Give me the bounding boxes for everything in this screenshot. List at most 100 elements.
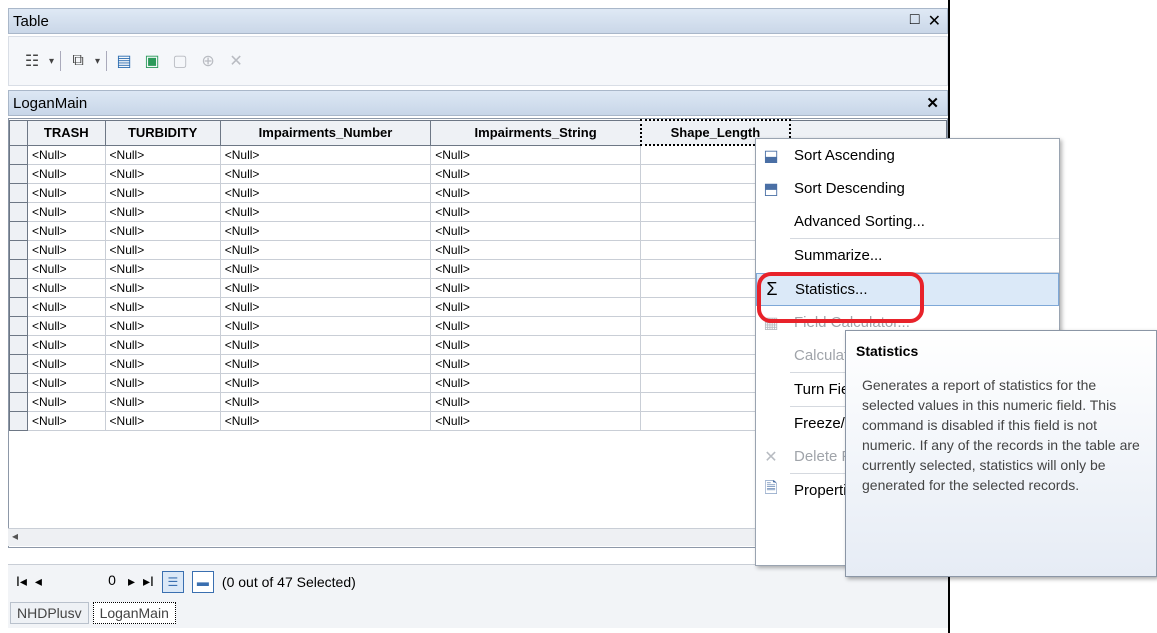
table-cell[interactable]: <Null> — [219, 201, 432, 222]
row-selector[interactable] — [9, 277, 28, 298]
table-cell[interactable]: <Null> — [430, 410, 642, 431]
record-number-field[interactable]: 0 — [50, 572, 120, 592]
table-cell[interactable]: <Null> — [219, 353, 432, 374]
table-cell[interactable]: <Null> — [430, 315, 642, 336]
row-selector[interactable] — [9, 201, 28, 222]
column-header-impairments-number[interactable]: Impairments_Number — [219, 119, 432, 146]
table-cell[interactable]: <Null> — [104, 277, 221, 298]
scroll-left-icon[interactable]: ◂ — [12, 529, 18, 543]
show-all-records-icon[interactable]: ☰ — [161, 570, 184, 593]
table-cell[interactable]: <Null> — [430, 353, 642, 374]
table-cell[interactable]: <Null> — [219, 144, 432, 165]
table-cell[interactable]: <Null> — [430, 372, 642, 393]
table-cell[interactable]: <Null> — [430, 163, 642, 184]
select-by-attributes-icon[interactable]: ▤ — [113, 50, 135, 72]
row-selector[interactable] — [9, 410, 28, 431]
table-cell[interactable]: <Null> — [104, 239, 221, 260]
table-cell[interactable]: <Null> — [104, 258, 221, 279]
table-cell[interactable]: <Null> — [104, 163, 221, 184]
table-cell[interactable]: <Null> — [27, 258, 106, 279]
table-cell[interactable]: <Null> — [104, 334, 221, 355]
related-tables-icon[interactable]: ⧉ — [67, 50, 89, 72]
table-cell[interactable]: <Null> — [219, 239, 432, 260]
row-selector[interactable] — [9, 353, 28, 374]
row-selector[interactable] — [9, 315, 28, 336]
table-cell[interactable]: <Null> — [430, 296, 642, 317]
table-cell[interactable]: <Null> — [219, 182, 432, 203]
table-cell[interactable]: <Null> — [104, 296, 221, 317]
table-cell[interactable]: <Null> — [27, 277, 106, 298]
table-cell[interactable]: <Null> — [27, 391, 106, 412]
table-cell[interactable]: <Null> — [104, 353, 221, 374]
table-cell[interactable]: <Null> — [27, 220, 106, 241]
table-cell[interactable]: <Null> — [27, 144, 106, 165]
column-header-turbidity[interactable]: TURBIDITY — [104, 119, 221, 146]
delete-selected-icon[interactable]: ✕ — [225, 50, 247, 72]
row-selector[interactable] — [9, 144, 28, 165]
table-cell[interactable]: <Null> — [219, 220, 432, 241]
table-cell[interactable]: <Null> — [104, 220, 221, 241]
table-cell[interactable]: <Null> — [27, 239, 106, 260]
menu-item-sort-ascending[interactable]: ⬓ Sort Ascending — [756, 139, 1059, 172]
table-cell[interactable]: <Null> — [219, 391, 432, 412]
restore-icon[interactable]: □ — [910, 11, 920, 31]
chevron-down-icon[interactable]: ▾ — [49, 56, 54, 67]
table-cell[interactable]: <Null> — [430, 277, 642, 298]
table-cell[interactable]: <Null> — [219, 296, 432, 317]
table-cell[interactable]: <Null> — [219, 372, 432, 393]
row-selector[interactable] — [9, 258, 28, 279]
table-cell[interactable]: <Null> — [430, 220, 642, 241]
row-selector-header[interactable] — [9, 119, 28, 146]
menu-item-summarize[interactable]: Summarize... — [756, 239, 1059, 272]
table-cell[interactable]: <Null> — [430, 144, 642, 165]
table-cell[interactable]: <Null> — [219, 277, 432, 298]
table-cell[interactable]: <Null> — [219, 163, 432, 184]
table-cell[interactable]: <Null> — [219, 315, 432, 336]
first-record-button[interactable]: I◂ — [16, 573, 27, 590]
table-cell[interactable]: <Null> — [27, 372, 106, 393]
table-cell[interactable]: <Null> — [27, 201, 106, 222]
row-selector[interactable] — [9, 163, 28, 184]
menu-item-sort-descending[interactable]: ⬒ Sort Descending — [756, 172, 1059, 205]
menu-item-advanced-sorting[interactable]: Advanced Sorting... — [756, 205, 1059, 238]
table-cell[interactable]: <Null> — [27, 334, 106, 355]
row-selector[interactable] — [9, 391, 28, 412]
table-cell[interactable]: <Null> — [430, 334, 642, 355]
table-cell[interactable]: <Null> — [104, 144, 221, 165]
row-selector[interactable] — [9, 334, 28, 355]
table-cell[interactable]: <Null> — [27, 296, 106, 317]
table-cell[interactable]: <Null> — [104, 372, 221, 393]
close-icon[interactable]: ✕ — [928, 11, 941, 31]
table-cell[interactable]: <Null> — [27, 410, 106, 431]
table-cell[interactable]: <Null> — [104, 182, 221, 203]
previous-record-button[interactable]: ◂ — [35, 573, 42, 590]
row-selector[interactable] — [9, 182, 28, 203]
table-cell[interactable]: <Null> — [430, 182, 642, 203]
last-record-button[interactable]: ▸I — [143, 573, 154, 590]
table-cell[interactable]: <Null> — [219, 258, 432, 279]
next-record-button[interactable]: ▸ — [128, 573, 135, 590]
table-options-icon[interactable]: ☷ — [21, 50, 43, 72]
table-cell[interactable]: <Null> — [104, 315, 221, 336]
table-cell[interactable]: <Null> — [430, 258, 642, 279]
zoom-to-selected-icon[interactable]: ⊕ — [197, 50, 219, 72]
clear-selection-icon[interactable]: ▢ — [169, 50, 191, 72]
table-cell[interactable]: <Null> — [27, 182, 106, 203]
row-selector[interactable] — [9, 220, 28, 241]
row-selector[interactable] — [9, 239, 28, 260]
table-cell[interactable]: <Null> — [430, 201, 642, 222]
close-table-icon[interactable]: ✕ — [926, 94, 939, 112]
column-header-trash[interactable]: TRASH — [27, 119, 106, 146]
table-cell[interactable]: <Null> — [430, 391, 642, 412]
table-cell[interactable]: <Null> — [27, 315, 106, 336]
table-cell[interactable]: <Null> — [430, 239, 642, 260]
switch-selection-icon[interactable]: ▣ — [141, 50, 163, 72]
row-selector[interactable] — [9, 372, 28, 393]
table-cell[interactable]: <Null> — [104, 201, 221, 222]
column-header-impairments-string[interactable]: Impairments_String — [430, 119, 642, 146]
chevron-down-icon[interactable]: ▾ — [95, 56, 100, 67]
row-selector[interactable] — [9, 296, 28, 317]
table-cell[interactable]: <Null> — [219, 334, 432, 355]
table-cell[interactable]: <Null> — [27, 163, 106, 184]
table-cell[interactable]: <Null> — [104, 410, 221, 431]
